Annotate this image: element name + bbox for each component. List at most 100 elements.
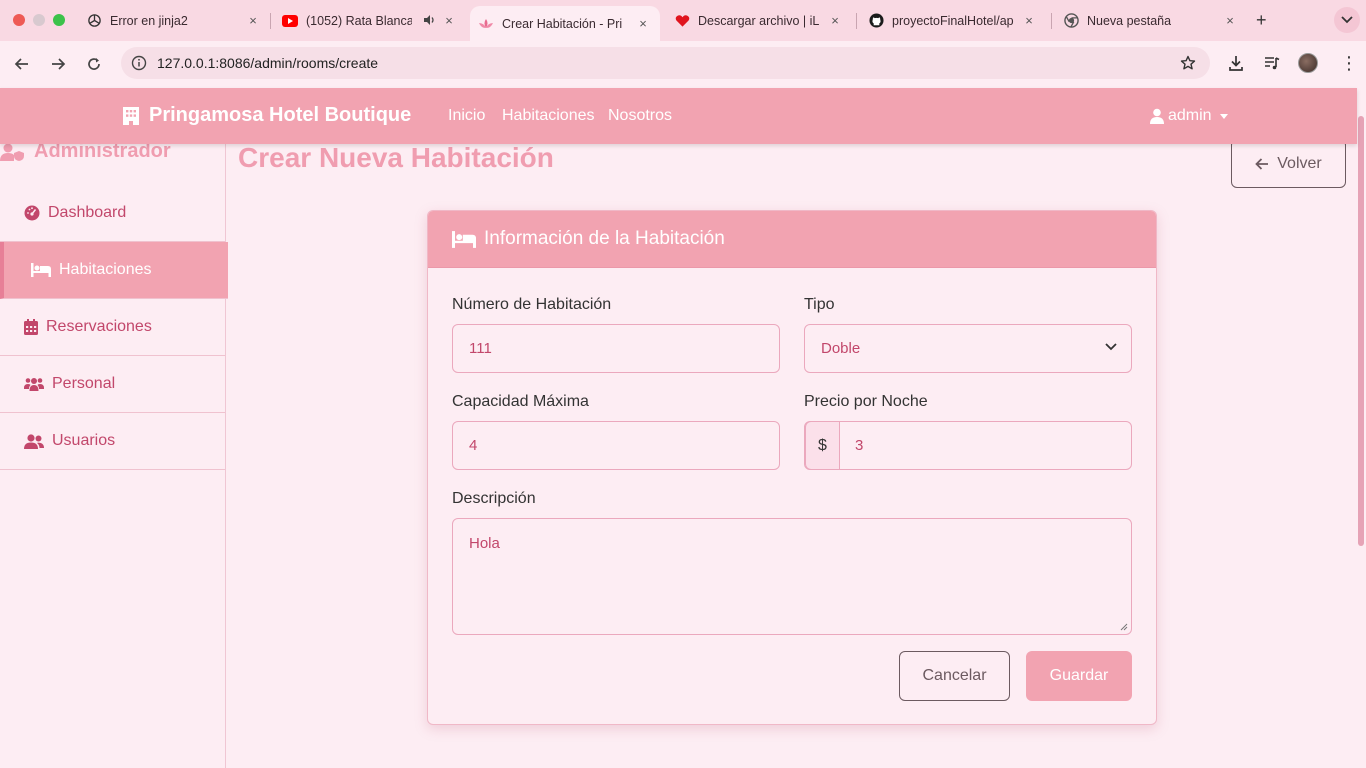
browser-tab[interactable]: proyectoFinalHotel/ap × (868, 6, 1038, 35)
download-icon[interactable] (1228, 55, 1244, 76)
nav-link-habitaciones[interactable]: Habitaciones (502, 107, 595, 125)
type-label: Tipo (804, 296, 835, 313)
browser-tab-active[interactable]: Crear Habitación - Pri × (470, 6, 660, 41)
user-icon (1150, 108, 1164, 124)
save-button[interactable]: Guardar (1026, 651, 1132, 701)
sidebar-item-label: Dashboard (48, 204, 127, 221)
price-input[interactable]: $ 3 (804, 421, 1132, 470)
user-name: admin (1168, 107, 1212, 124)
price-value: 3 (855, 437, 864, 454)
browser-tab[interactable]: Descargar archivo | iL × (674, 6, 844, 35)
bed-icon (452, 230, 476, 248)
browser-toolbar: 127.0.0.1:8086/admin/rooms/create ⋮ (0, 41, 1366, 87)
user-shield-icon (0, 143, 24, 161)
room-form-card: Información de la Habitación Número de H… (427, 210, 1157, 725)
brand-link[interactable]: Pringamosa Hotel Boutique (121, 104, 411, 127)
address-bar[interactable]: 127.0.0.1:8086/admin/rooms/create (121, 47, 1210, 79)
cancel-button[interactable]: Cancelar (899, 651, 1010, 701)
speaker-icon[interactable] (423, 14, 436, 29)
tab-title: proyectoFinalHotel/ap (892, 13, 1014, 28)
calendar-icon (24, 319, 38, 335)
resize-handle-icon[interactable] (1120, 623, 1128, 631)
tab-separator (856, 13, 857, 29)
window-minimize-button[interactable] (33, 14, 45, 26)
nav-link-inicio[interactable]: Inicio (448, 107, 485, 125)
description-value: Hola (469, 535, 500, 552)
card-header: Información de la Habitación (428, 211, 1156, 268)
star-icon[interactable] (1180, 55, 1196, 76)
users-icon (24, 378, 44, 391)
app-navbar: Pringamosa Hotel Boutique Inicio Habitac… (0, 88, 1357, 144)
sidebar-item-label: Reservaciones (46, 318, 152, 335)
youtube-icon (282, 13, 298, 29)
close-icon[interactable]: × (1022, 13, 1036, 28)
bed-icon (31, 263, 51, 277)
browser-tab[interactable]: Error en jinja2 × (86, 6, 262, 35)
sidebar-item-reservaciones[interactable]: Reservaciones (0, 299, 225, 356)
room-number-value: 111 (469, 340, 492, 357)
tab-title: (1052) Rata Blanca (306, 13, 412, 28)
close-icon[interactable]: × (246, 13, 260, 28)
sidebar-item-usuarios[interactable]: Usuarios (0, 413, 225, 470)
tab-search-button[interactable] (1334, 7, 1360, 33)
capacity-input[interactable]: 4 (452, 421, 780, 470)
browser-tab[interactable]: Nueva pestaña × (1063, 6, 1239, 35)
page-title: Crear Nueva Habitación (238, 142, 554, 173)
gauge-icon (24, 205, 40, 221)
forward-arrow-icon[interactable] (48, 54, 68, 74)
openai-icon (86, 13, 102, 29)
browser-menu-icon[interactable]: ⋮ (1340, 53, 1358, 73)
close-icon[interactable]: × (1223, 13, 1237, 28)
nav-link-nosotros[interactable]: Nosotros (608, 107, 672, 125)
sidebar-item-habitaciones[interactable]: Habitaciones (0, 242, 228, 299)
close-icon[interactable]: × (636, 16, 650, 31)
sidebar-item-personal[interactable]: Personal (0, 356, 225, 413)
close-icon[interactable]: × (442, 13, 456, 28)
description-textarea[interactable]: Hola (452, 518, 1132, 635)
sidebar: Administrador Dashboard Habitaciones Res… (0, 140, 228, 768)
chevron-down-icon (1341, 16, 1353, 24)
back-button-label: Volver (1277, 154, 1322, 172)
tab-title: Crear Habitación - Pri (502, 16, 623, 31)
window-maximize-button[interactable] (53, 14, 65, 26)
description-label: Descripción (452, 490, 536, 507)
type-value: Doble (821, 340, 861, 357)
user-dropdown[interactable]: admin (1150, 107, 1228, 125)
card-title: Información de la Habitación (484, 228, 725, 249)
site-info-icon[interactable] (131, 55, 147, 76)
back-arrow-icon[interactable] (12, 54, 32, 74)
url-text[interactable]: 127.0.0.1:8086/admin/rooms/create (157, 55, 378, 71)
heart-icon (674, 13, 690, 29)
price-label: Precio por Noche (804, 393, 928, 410)
tab-title: Error en jinja2 (110, 13, 188, 28)
browser-tab[interactable]: (1052) Rata Blanca × (282, 6, 458, 35)
caret-down-icon (1219, 113, 1228, 119)
currency-addon: $ (805, 421, 840, 470)
profile-avatar[interactable] (1298, 53, 1318, 73)
user-group-icon (24, 433, 44, 449)
lotus-icon (478, 16, 494, 32)
chrome-icon (1063, 13, 1079, 29)
type-select[interactable]: Doble (804, 324, 1132, 373)
github-icon (868, 13, 884, 29)
scrollbar-thumb[interactable] (1358, 116, 1364, 546)
room-number-label: Número de Habitación (452, 296, 612, 313)
new-tab-button[interactable]: + (1256, 10, 1267, 31)
reload-icon[interactable] (84, 54, 104, 74)
window-close-button[interactable] (13, 14, 25, 26)
chevron-down-icon (1105, 343, 1117, 351)
tab-separator (270, 13, 271, 29)
tab-separator (1051, 13, 1052, 29)
page-scrollbar[interactable] (1357, 88, 1366, 768)
sidebar-item-label: Habitaciones (59, 261, 152, 278)
media-controls-icon[interactable] (1264, 55, 1280, 76)
close-icon[interactable]: × (828, 13, 842, 28)
back-button[interactable]: Volver (1231, 139, 1346, 188)
capacity-label: Capacidad Máxima (452, 393, 589, 410)
sidebar-item-label: Personal (52, 375, 116, 392)
browser-tab-strip: Error en jinja2 × (1052) Rata Blanca × C… (0, 0, 1366, 41)
sidebar-item-dashboard[interactable]: Dashboard (0, 185, 225, 242)
room-number-input[interactable]: 111 (452, 324, 780, 373)
tab-title: Descargar archivo | iL (698, 13, 820, 28)
tab-title: Nueva pestaña (1087, 13, 1172, 28)
